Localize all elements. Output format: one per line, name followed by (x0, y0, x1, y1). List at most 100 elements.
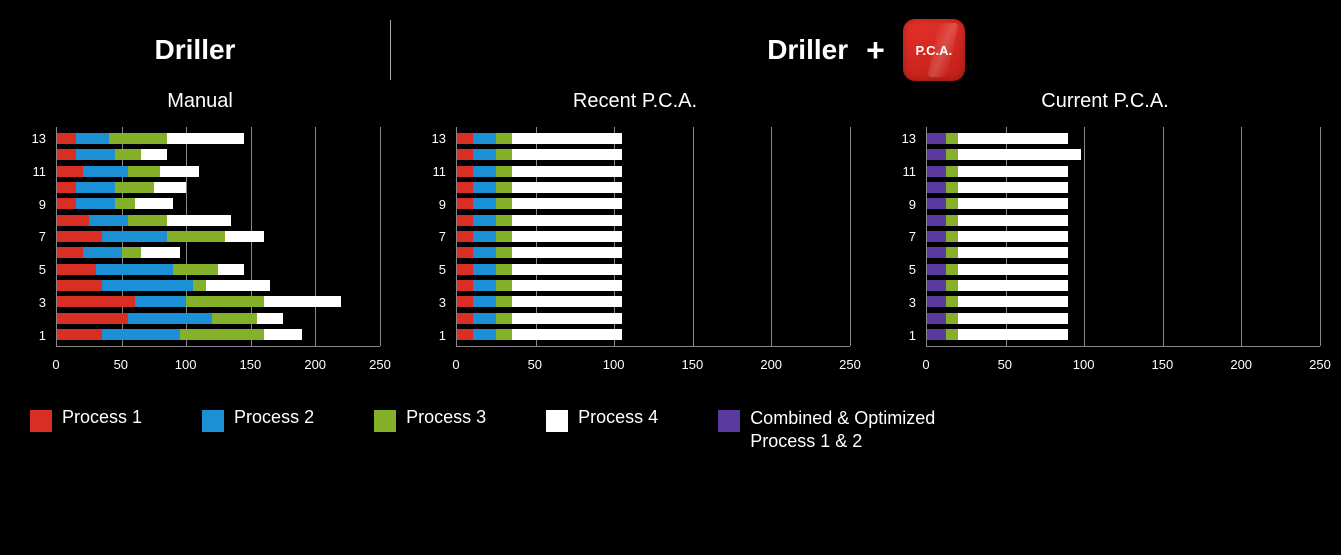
bar-row (57, 215, 380, 226)
bar-segment-p1 (457, 215, 473, 226)
bar-row (927, 215, 1320, 226)
bar-segment-p1 (57, 296, 135, 307)
bar-segment-p4 (264, 296, 342, 307)
bar-segment-p3 (946, 231, 959, 242)
bar-segment-p3 (496, 166, 512, 177)
bar-segment-p3 (496, 198, 512, 209)
bar-segment-p3 (128, 166, 160, 177)
y-tick-label: 5 (890, 264, 922, 275)
bar-segment-p2 (473, 247, 497, 258)
bar-row (57, 280, 380, 291)
bar-segment-p3 (186, 296, 264, 307)
y-tick-label: 3 (420, 297, 452, 308)
y-tick-label (420, 313, 452, 324)
y-tick-label: 7 (420, 231, 452, 242)
bar-segment-p2 (128, 313, 212, 324)
bar-segment-p2 (473, 313, 497, 324)
x-tick-label: 150 (1152, 357, 1174, 372)
y-tick-label: 7 (20, 231, 52, 242)
grid-line (1320, 127, 1321, 346)
bar-row (927, 133, 1320, 144)
legend-combined: Combined & Optimized Process 1 & 2 (718, 407, 978, 452)
bar-segment-p4 (512, 166, 622, 177)
swatch-process-1 (30, 410, 52, 432)
bar-segment-p1 (57, 264, 96, 275)
bar-row (927, 231, 1320, 242)
bar-segment-p2 (473, 166, 497, 177)
bar-segment-p3 (496, 280, 512, 291)
legend-process-1: Process 1 (30, 407, 142, 432)
y-tick-label: 1 (890, 330, 922, 341)
bar-segment-p3 (946, 182, 959, 193)
bar-segment-p3 (946, 264, 959, 275)
bar-row (457, 182, 850, 193)
grid-line (850, 127, 851, 346)
chart-recent: Recent P.C.A. 135791113050100150200250 (420, 90, 850, 377)
bar-segment-p1 (57, 215, 89, 226)
bar-segment-p4 (512, 231, 622, 242)
bar-segment-p1 (457, 313, 473, 324)
chart-manual: Manual 135791113050100150200250 (20, 90, 380, 377)
legend-process-4: Process 4 (546, 407, 658, 432)
x-tick-label: 200 (304, 357, 326, 372)
bar-segment-p4 (512, 149, 622, 160)
bar-segment-p4 (135, 198, 174, 209)
legend-label-p1: Process 1 (62, 407, 142, 428)
swatch-process-3 (374, 410, 396, 432)
bar-segment-pc (927, 280, 946, 291)
bar-segment-p3 (496, 247, 512, 258)
y-tick-label: 1 (420, 330, 452, 341)
bar-segment-p3 (946, 215, 959, 226)
bar-segment-p2 (83, 247, 122, 258)
bar-segment-pc (927, 166, 946, 177)
bar-segment-pc (927, 198, 946, 209)
bar-segment-p1 (57, 329, 102, 340)
bar-segment-p4 (958, 166, 1068, 177)
bar-segment-p3 (496, 133, 512, 144)
bar-segment-p4 (958, 247, 1068, 258)
legend-label-p3: Process 3 (406, 407, 486, 428)
x-tick-label: 150 (240, 357, 262, 372)
bar-segment-p3 (496, 231, 512, 242)
y-tick-label (20, 182, 52, 193)
bar-segment-p4 (958, 182, 1068, 193)
y-tick-label: 3 (890, 297, 922, 308)
x-tick-label: 150 (682, 357, 704, 372)
y-tick-label: 9 (890, 199, 922, 210)
bar-row (57, 149, 380, 160)
y-tick-label (20, 248, 52, 259)
plot-manual: 135791113050100150200250 (20, 127, 380, 377)
y-tick-label: 13 (20, 133, 52, 144)
bar-row (57, 166, 380, 177)
bar-row (457, 296, 850, 307)
bar-segment-p3 (173, 264, 218, 275)
bar-segment-p4 (512, 198, 622, 209)
bars-area (927, 133, 1320, 340)
bars-area (457, 133, 850, 340)
bar-segment-p1 (457, 231, 473, 242)
bar-segment-p2 (96, 264, 174, 275)
bar-row (57, 264, 380, 275)
bar-row (457, 215, 850, 226)
bar-segment-p1 (457, 329, 473, 340)
title-driller-right: Driller (767, 34, 848, 66)
bar-segment-p2 (473, 182, 497, 193)
x-tick-label: 50 (114, 357, 128, 372)
bar-segment-p4 (958, 215, 1068, 226)
x-axis-labels: 050100150200250 (456, 353, 850, 377)
y-tick-label: 13 (890, 133, 922, 144)
bar-segment-p2 (76, 198, 115, 209)
chart-title-recent: Recent P.C.A. (420, 90, 850, 113)
bar-segment-p1 (457, 247, 473, 258)
bar-segment-p3 (946, 166, 959, 177)
y-tick-label (890, 313, 922, 324)
bar-row (57, 231, 380, 242)
bar-row (57, 329, 380, 340)
bar-segment-p3 (212, 313, 257, 324)
bar-row (927, 247, 1320, 258)
y-tick-label: 9 (20, 199, 52, 210)
bar-segment-p4 (958, 296, 1068, 307)
y-tick-label (20, 281, 52, 292)
chart-title-manual: Manual (20, 90, 380, 113)
bar-segment-p3 (946, 149, 959, 160)
